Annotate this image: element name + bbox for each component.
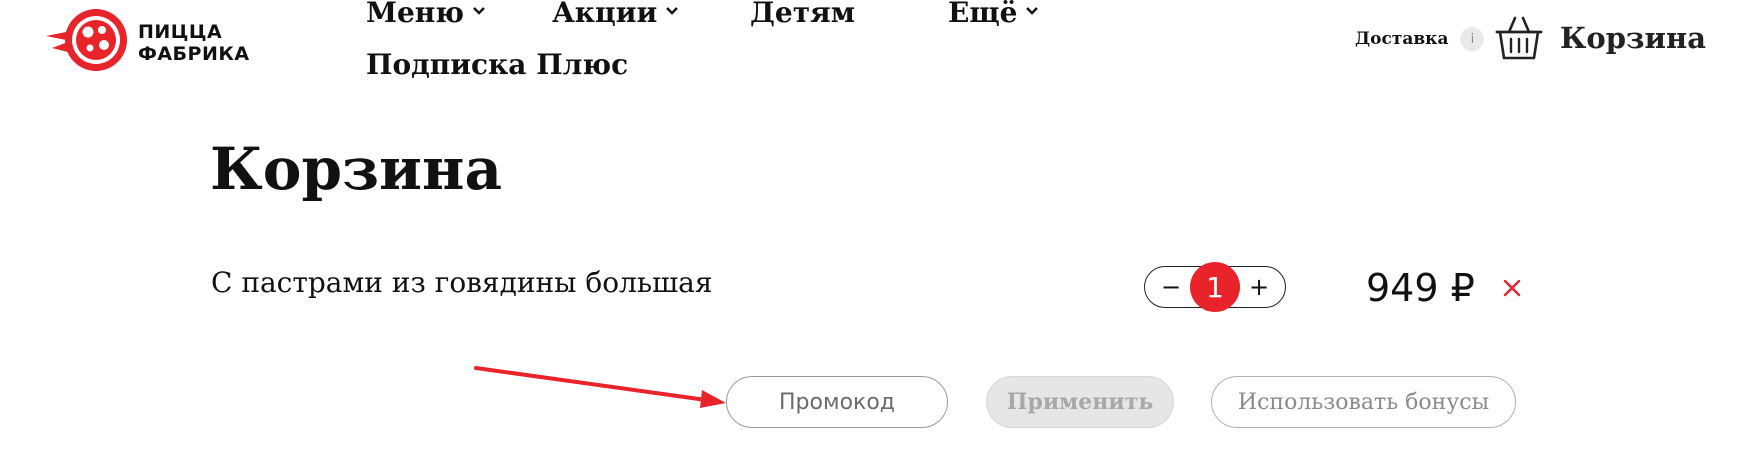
nav-item-label: Подписка Плюс	[366, 48, 629, 81]
logo-line1: ПИЦЦА	[138, 21, 223, 43]
apply-promo-button[interactable]: Применить	[986, 376, 1174, 428]
nav-item-kids[interactable]: Детям	[750, 0, 855, 29]
logo[interactable]: ПИЦЦА ФАБРИКА	[44, 6, 274, 78]
use-bonuses-button[interactable]: Использовать бонусы	[1211, 376, 1516, 428]
delivery-label: Доставка	[1355, 29, 1449, 49]
use-bonuses-label: Использовать бонусы	[1237, 389, 1490, 415]
cart-item-name: С пастрами из говядины большая	[211, 266, 713, 299]
quantity-value: 1	[1190, 262, 1240, 312]
apply-promo-label: Применить	[1006, 389, 1154, 415]
pizza-logo-icon	[46, 9, 127, 71]
close-icon[interactable]	[1500, 276, 1524, 300]
chevron-down-icon	[473, 6, 485, 15]
arrow-icon	[474, 366, 726, 408]
promo-code-input[interactable]: Промокод	[726, 376, 948, 428]
chevron-down-icon	[1026, 6, 1039, 15]
promo-code-placeholder: Промокод	[779, 389, 895, 415]
cart-label: Корзина	[1560, 21, 1707, 55]
logo-line2: ФАБРИКА	[138, 43, 250, 65]
nav-item-label: Акции	[552, 0, 658, 29]
nav-item-label: Ещё	[948, 0, 1018, 29]
nav-item-label: Детям	[750, 0, 856, 29]
header-cart-link[interactable]: Корзина	[1494, 14, 1706, 62]
nav-item-label: Меню	[366, 0, 465, 29]
nav-item-more[interactable]: Ещё	[948, 0, 1039, 29]
logo-text: ПИЦЦА ФАБРИКА	[138, 21, 250, 65]
increment-button[interactable]: +	[1237, 267, 1281, 307]
basket-icon	[1495, 16, 1543, 60]
delivery-selector[interactable]: Доставка i	[1355, 27, 1485, 51]
item-price: 949 ₽	[1366, 266, 1475, 310]
nav-item-promos[interactable]: Акции	[552, 0, 679, 29]
nav-item-menu[interactable]: Меню	[366, 0, 486, 29]
info-icon[interactable]: i	[1460, 27, 1485, 51]
nav-item-subscription[interactable]: Подписка Плюс	[366, 48, 628, 81]
chevron-down-icon	[666, 6, 679, 15]
page-title: Корзина	[210, 135, 503, 203]
decrement-button[interactable]: −	[1149, 267, 1193, 307]
